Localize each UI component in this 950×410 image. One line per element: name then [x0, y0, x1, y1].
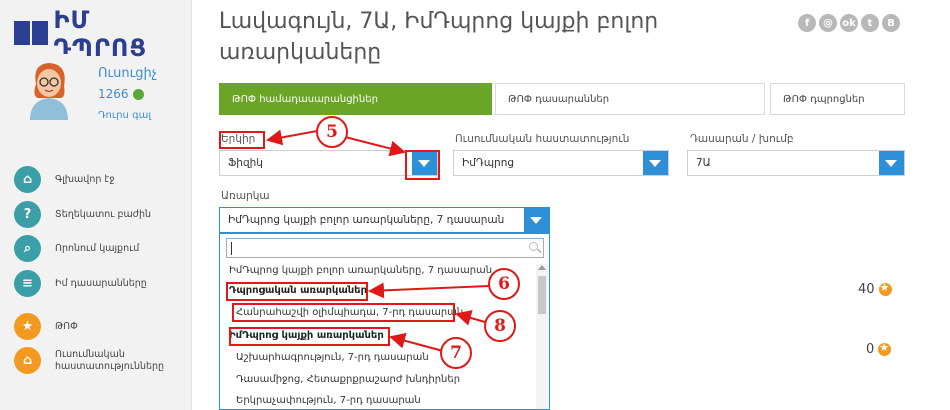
- callout-5: 5: [316, 116, 348, 148]
- callout-7: 7: [440, 337, 472, 369]
- callout-6: 6: [488, 268, 520, 300]
- callout-8: 8: [484, 310, 516, 342]
- annotation-arrows: [266, 129, 490, 352]
